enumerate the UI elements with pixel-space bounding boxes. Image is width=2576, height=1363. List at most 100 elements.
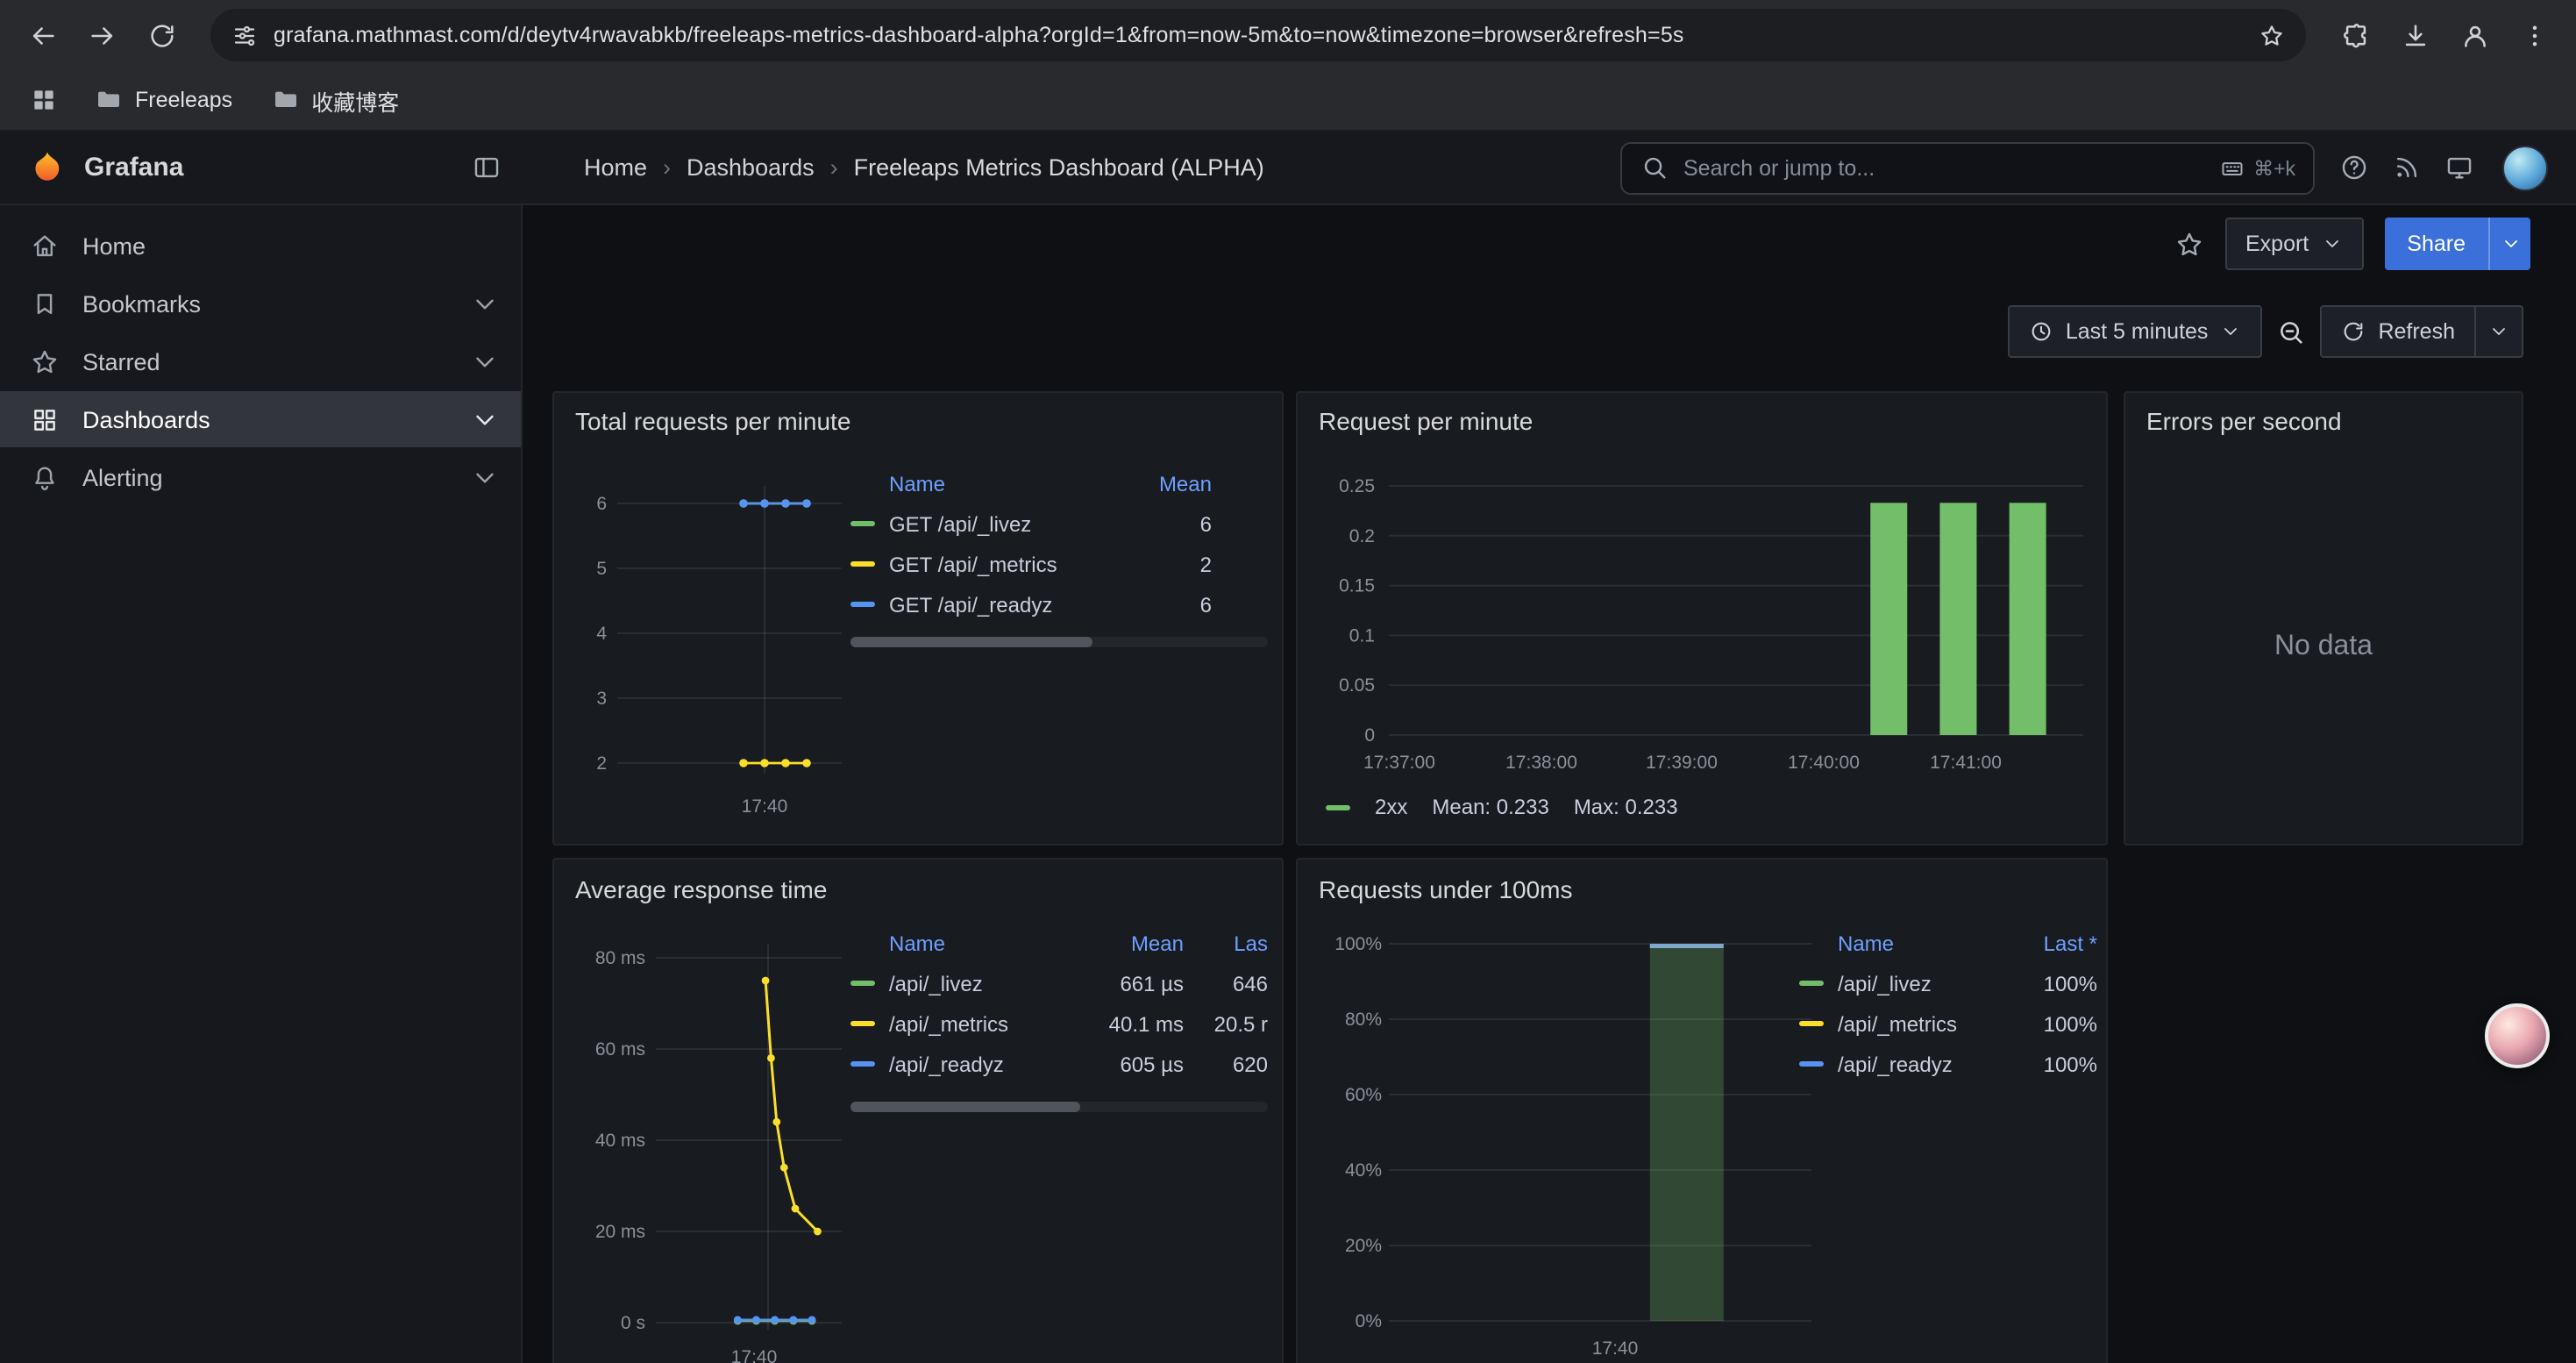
favorite-star-icon[interactable] [2174, 229, 2203, 259]
legend-column-header[interactable]: Name [1838, 931, 2010, 955]
legend-mean: Mean: 0.233 [1432, 795, 1548, 819]
sidebar-item-home[interactable]: Home [0, 218, 521, 274]
grafana-logo[interactable] [28, 148, 67, 187]
breadcrumb-home[interactable]: Home [584, 154, 647, 181]
legend-row[interactable]: /api/_livez661 µs646 [850, 963, 1268, 1003]
svg-text:2: 2 [596, 753, 607, 774]
svg-text:17:40: 17:40 [742, 796, 788, 817]
legend-row[interactable]: /api/_metrics100% [1799, 1003, 2097, 1044]
chevron-down-icon[interactable] [470, 346, 500, 376]
time-series-chart[interactable]: 6543217:40 [568, 456, 849, 833]
legend-row[interactable]: GET /api/_metrics2 [850, 544, 1268, 584]
legend-row[interactable]: GET /api/_readyz6 [850, 584, 1268, 624]
profile-button[interactable] [2450, 11, 2499, 60]
no-data-message: No data [2125, 632, 2522, 663]
sidebar-item-dashboards[interactable]: Dashboards [0, 391, 521, 447]
panel-total-requests: Total requests per minute 6543217:40 Nam… [552, 391, 1284, 846]
legend-column-header[interactable]: Name [889, 931, 1061, 955]
legend-header-row: NameMean [850, 463, 1268, 503]
url-bar[interactable]: grafana.mathmast.com/d/deytv4rwavabkb/fr… [210, 9, 2306, 61]
legend-row[interactable]: /api/_livez100% [1799, 963, 2097, 1003]
sidebar-item-label: Starred [82, 348, 160, 375]
extensions-icon [2340, 20, 2370, 50]
svg-text:4: 4 [596, 624, 607, 644]
legend-scrollbar[interactable] [850, 637, 1268, 647]
bookmark-folder-blogs[interactable]: 收藏博客 [260, 78, 409, 122]
legend-column-header[interactable]: Last * [2010, 931, 2097, 955]
search-shortcut: ⌘+k [2220, 155, 2295, 180]
chevron-down-icon[interactable] [470, 462, 500, 492]
legend-column-header[interactable]: Mean [1061, 931, 1184, 955]
sidebar-item-label: Dashboards [82, 406, 210, 432]
series-name: /api/_readyz [1838, 1052, 2010, 1076]
news-rss-icon[interactable] [2392, 153, 2422, 182]
brand-title: Grafana [84, 153, 183, 182]
panel-avg-response-time: Average response time 80 ms60 ms40 ms20 … [552, 858, 1284, 1363]
chevron-down-icon[interactable] [470, 289, 500, 318]
chart-legend[interactable]: 2xx Mean: 0.233 Max: 0.233 [1326, 795, 1678, 819]
dashboard-content: Export Share Last 5 minutes [523, 205, 2576, 1363]
legend-column-header[interactable]: Name [889, 471, 1115, 496]
series-value: 646 [1184, 971, 1268, 995]
legend-row[interactable]: GET /api/_livez6 [850, 503, 1268, 544]
panel-under-100ms: Requests under 100ms 100%80%60%40%20%0%1… [1296, 858, 2108, 1363]
series-color-icon [1799, 981, 1824, 986]
sidebar-item-starred[interactable]: Starred [0, 333, 521, 389]
downloads-button[interactable] [2390, 11, 2439, 60]
assistant-avatar[interactable] [2485, 1003, 2550, 1068]
series-value: 20.5 r [1184, 1011, 1268, 1036]
share-button[interactable]: Share [2384, 218, 2530, 270]
chevron-down-icon [2321, 233, 2342, 254]
legend-scrollbar[interactable] [850, 1102, 1268, 1112]
series-name: /api/_readyz [889, 1052, 1061, 1076]
series-name: /api/_livez [889, 971, 1061, 995]
series-color-icon [850, 1061, 875, 1067]
sidebar-toggle-icon[interactable] [472, 153, 502, 182]
bookmark-folder-freeleaps[interactable]: Freeleaps [84, 81, 243, 119]
share-label: Share [2407, 232, 2466, 256]
extensions-button[interactable] [2330, 11, 2380, 60]
display-kiosk-icon[interactable] [2444, 153, 2474, 182]
legend-column-header[interactable]: Mean [1115, 471, 1212, 496]
legend-row[interactable]: /api/_readyz100% [1799, 1044, 2097, 1084]
breadcrumb-dashboards[interactable]: Dashboards [687, 154, 815, 181]
help-icon[interactable] [2339, 153, 2369, 182]
legend-table: NameMeanLas/api/_livez661 µs646/api/_met… [850, 923, 1268, 1084]
bookmark-star-icon[interactable] [2259, 22, 2285, 48]
chevron-down-icon [2500, 233, 2521, 254]
export-button[interactable]: Export [2224, 218, 2363, 270]
series-value: 620 [1184, 1052, 1268, 1076]
legend-column-header[interactable]: Las [1184, 931, 1268, 955]
search-input[interactable]: Search or jump to... ⌘+k [1620, 141, 2315, 194]
panel-title: Total requests per minute [575, 407, 850, 435]
chevron-down-icon[interactable] [470, 404, 500, 434]
bar-chart[interactable]: 0.250.20.150.10.05017:37:0017:38:0017:39… [1312, 456, 2096, 789]
share-caret[interactable] [2488, 218, 2530, 270]
site-info-icon [231, 22, 258, 48]
user-avatar[interactable] [2502, 145, 2548, 190]
back-button[interactable] [18, 11, 67, 60]
legend-row[interactable]: /api/_readyz605 µs620 [850, 1044, 1268, 1084]
refresh-label: Refresh [2378, 319, 2455, 344]
sidebar-item-alerting[interactable]: Alerting [0, 449, 521, 505]
legend-row[interactable]: /api/_metrics40.1 ms20.5 r [850, 1003, 1268, 1044]
series-color-icon [1799, 1021, 1824, 1026]
svg-text:5: 5 [596, 559, 607, 579]
legend-header-row: NameLast * [1799, 923, 2097, 963]
reload-button[interactable] [137, 11, 186, 60]
refresh-interval-caret[interactable] [2476, 305, 2523, 358]
sidebar-item-bookmarks[interactable]: Bookmarks [0, 275, 521, 332]
browser-menu-button[interactable] [2509, 11, 2558, 60]
series-color-icon [850, 981, 875, 986]
folder-icon [95, 86, 123, 114]
apps-grid-button[interactable] [21, 77, 67, 123]
sidebar-item-label: Bookmarks [82, 290, 201, 317]
time-series-chart[interactable]: 80 ms60 ms40 ms20 ms0 s17:40 [568, 912, 849, 1363]
refresh-button[interactable]: Refresh [2320, 305, 2476, 358]
zoom-out-icon[interactable] [2276, 317, 2306, 346]
download-icon [2400, 20, 2430, 50]
time-range-button[interactable]: Last 5 minutes [2008, 305, 2263, 358]
forward-button[interactable] [77, 11, 126, 60]
svg-text:20 ms: 20 ms [595, 1222, 645, 1242]
panel-title: Request per minute [1319, 407, 1533, 435]
